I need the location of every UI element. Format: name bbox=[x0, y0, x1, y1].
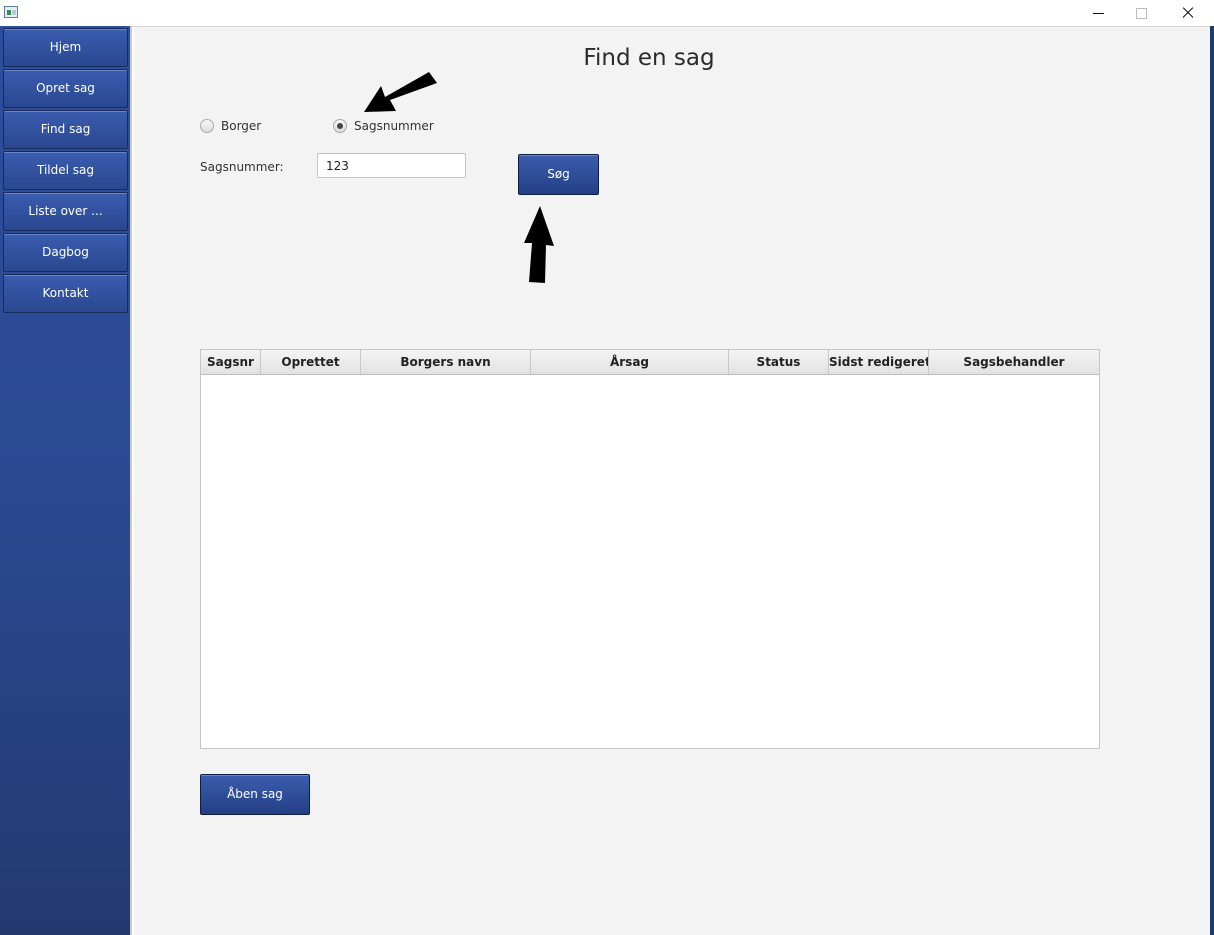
sidebar: Hjem Opret sag Find sag Tildel sag Liste… bbox=[0, 26, 132, 935]
sidebar-item-opret-sag[interactable]: Opret sag bbox=[3, 69, 128, 108]
title-bar bbox=[0, 0, 1214, 27]
search-button[interactable]: Søg bbox=[518, 154, 599, 195]
open-case-button[interactable]: Åben sag bbox=[200, 774, 310, 815]
column-header-borgers-navn[interactable]: Borgers navn bbox=[361, 350, 531, 374]
annotation-arrows bbox=[364, 72, 554, 283]
radio-sagsnummer[interactable]: Sagsnummer bbox=[333, 118, 443, 136]
column-header-arsag[interactable]: Årsag bbox=[531, 350, 729, 374]
sidebar-item-liste-over[interactable]: Liste over ... bbox=[3, 192, 128, 231]
radio-borger[interactable]: Borger bbox=[200, 118, 270, 136]
main-panel: Find en sag Borger Sagsnummer Sagsnummer… bbox=[134, 27, 1210, 935]
minimize-icon[interactable] bbox=[1075, 0, 1121, 26]
arrow-pointer-to-radio bbox=[364, 72, 437, 112]
close-icon[interactable] bbox=[1164, 0, 1210, 26]
page-title: Find en sag bbox=[583, 45, 715, 71]
table-header: Sagsnr Oprettet Borgers navn Årsag Statu… bbox=[201, 350, 1099, 375]
radio-borger-indicator[interactable] bbox=[200, 119, 214, 133]
column-header-sagsnr[interactable]: Sagsnr bbox=[201, 350, 261, 374]
arrow-pointer-to-search bbox=[524, 206, 554, 283]
window-right-border bbox=[1210, 26, 1214, 935]
sidebar-item-dagbog[interactable]: Dagbog bbox=[3, 233, 128, 272]
sidebar-item-find-sag[interactable]: Find sag bbox=[3, 110, 128, 149]
radio-borger-label: Borger bbox=[221, 119, 262, 133]
radio-sagsnummer-indicator[interactable] bbox=[333, 119, 347, 133]
sidebar-item-kontakt[interactable]: Kontakt bbox=[3, 274, 128, 313]
sidebar-item-hjem[interactable]: Hjem bbox=[3, 28, 128, 67]
maximize-icon[interactable] bbox=[1118, 0, 1164, 26]
sidebar-item-tildel-sag[interactable]: Tildel sag bbox=[3, 151, 128, 190]
app-icon bbox=[4, 6, 18, 18]
sagsnummer-label: Sagsnummer: bbox=[200, 160, 284, 174]
column-header-oprettet[interactable]: Oprettet bbox=[261, 350, 361, 374]
results-table[interactable]: Sagsnr Oprettet Borgers navn Årsag Statu… bbox=[200, 349, 1100, 749]
column-header-sagsbehandler[interactable]: Sagsbehandler bbox=[929, 350, 1099, 374]
column-header-sidst-redigeret[interactable]: Sidst redigeret bbox=[829, 350, 929, 374]
sagsnummer-input[interactable] bbox=[317, 153, 466, 178]
table-body[interactable] bbox=[201, 375, 1099, 748]
radio-sagsnummer-label: Sagsnummer bbox=[354, 119, 434, 133]
column-header-status[interactable]: Status bbox=[729, 350, 829, 374]
